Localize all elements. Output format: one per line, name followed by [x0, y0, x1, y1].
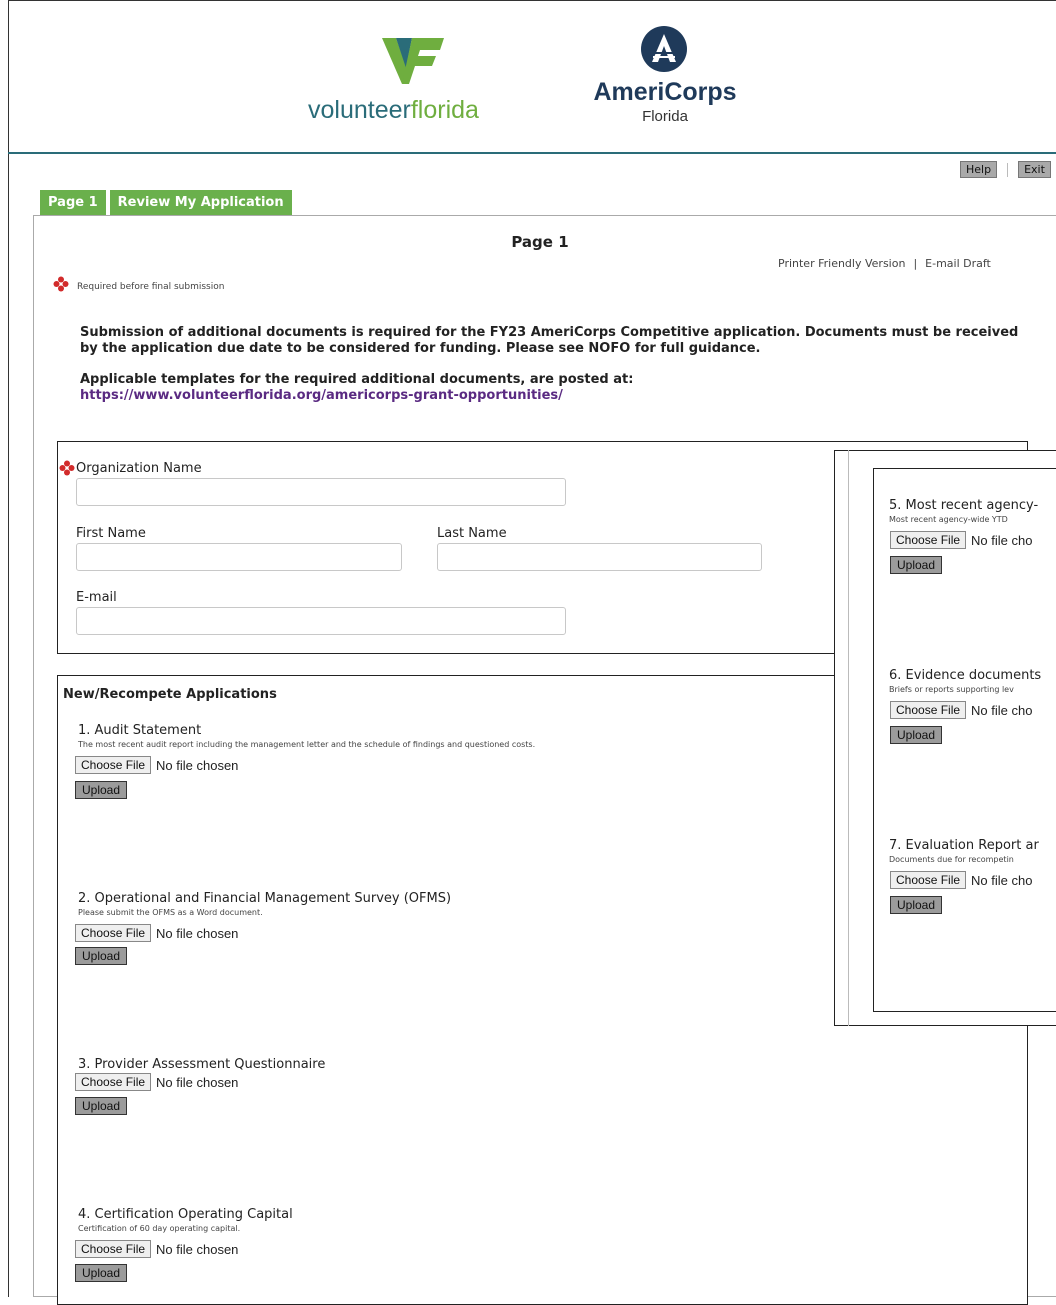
- vf-logo-text: volunteerflorida: [308, 96, 479, 124]
- file-picker: Choose File No file cho: [890, 871, 1032, 889]
- file-status: No file cho: [971, 702, 1033, 718]
- file-picker: Choose File No file cho: [890, 701, 1032, 719]
- nav-separator: [1007, 162, 1009, 177]
- header-divider: [8, 152, 1056, 154]
- upload-button[interactable]: Upload: [75, 1097, 128, 1115]
- email-label: E-mail: [76, 590, 117, 605]
- file-status: No file chosen: [156, 1074, 239, 1090]
- item-title: 1. Audit Statement: [78, 723, 202, 738]
- upload-button[interactable]: Upload: [75, 1264, 128, 1282]
- item-title: 6. Evidence documents: [889, 668, 1042, 683]
- first-name-label: First Name: [76, 526, 146, 541]
- item-title: 3. Provider Assessment Questionnaire: [78, 1057, 326, 1072]
- choose-file-button[interactable]: Choose File: [75, 1240, 152, 1258]
- org-name-label: Organization Name: [76, 461, 202, 476]
- top-nav: Help Exit: [960, 161, 1051, 178]
- file-status: No file cho: [971, 872, 1033, 888]
- choose-file-button[interactable]: Choose File: [75, 756, 152, 774]
- templates-link[interactable]: https://www.volunteerflorida.org/americo…: [80, 388, 563, 403]
- required-legend: Required before final submission: [53, 276, 224, 292]
- org-name-input[interactable]: [76, 478, 566, 506]
- link-separator: |: [913, 257, 918, 270]
- tab-bar: Page 1 Review My Application: [40, 190, 292, 215]
- tab-page-1[interactable]: Page 1: [40, 190, 106, 215]
- last-name-input[interactable]: [437, 543, 762, 571]
- intro-paragraph-1: Submission of additional documents is re…: [80, 325, 1019, 356]
- item-desc: Documents due for recompetin: [889, 855, 1014, 864]
- upload-button[interactable]: Upload: [890, 556, 943, 574]
- file-picker: Choose File No file chosen: [75, 1073, 238, 1091]
- vf-mark-icon: [382, 38, 444, 84]
- exit-button[interactable]: Exit: [1018, 161, 1051, 178]
- choose-file-button[interactable]: Choose File: [890, 871, 967, 889]
- file-status: No file cho: [971, 532, 1033, 548]
- intro-text: Submission of additional documents is re…: [80, 325, 1020, 419]
- required-note: Required before final submission: [77, 282, 225, 292]
- item-title: 4. Certification Operating Capital: [78, 1207, 293, 1222]
- item-desc: Please submit the OFMS as a Word documen…: [78, 908, 263, 917]
- upload-button[interactable]: Upload: [890, 896, 943, 914]
- header: volunteerflorida AmeriCorps Florida: [0, 0, 1056, 154]
- email-draft-link[interactable]: E-mail Draft: [925, 257, 991, 270]
- americorps-sub: Florida: [642, 108, 688, 125]
- file-status: No file chosen: [156, 757, 239, 773]
- upload-button[interactable]: Upload: [75, 947, 128, 965]
- page-title: Page 1: [511, 233, 569, 251]
- upload-button[interactable]: Upload: [890, 726, 943, 744]
- file-status: No file chosen: [156, 925, 239, 941]
- required-star-icon: [53, 276, 69, 292]
- item-title: 7. Evaluation Report ar: [889, 838, 1039, 853]
- email-input[interactable]: [76, 607, 566, 635]
- item-desc: The most recent audit report including t…: [78, 740, 536, 749]
- file-picker: Choose File No file chosen: [75, 756, 238, 774]
- section-heading: New/Recompete Applications: [63, 687, 277, 702]
- upload-button[interactable]: Upload: [75, 781, 128, 799]
- help-button[interactable]: Help: [960, 161, 998, 178]
- file-picker: Choose File No file chosen: [75, 1240, 238, 1258]
- page-links: Printer Friendly Version | E-mail Draft: [778, 257, 991, 270]
- intro-paragraph-2: Applicable templates for the required ad…: [80, 372, 634, 403]
- item-desc: Certification of 60 day operating capita…: [78, 1224, 241, 1233]
- choose-file-button[interactable]: Choose File: [890, 531, 967, 549]
- tab-review-application[interactable]: Review My Application: [109, 190, 292, 215]
- item-desc: Most recent agency-wide YTD: [889, 515, 1008, 524]
- americorps-name: AmeriCorps: [593, 78, 737, 106]
- choose-file-button[interactable]: Choose File: [75, 924, 152, 942]
- overlay-edge: [848, 450, 849, 1026]
- item-title: 2. Operational and Financial Management …: [78, 891, 452, 906]
- choose-file-button[interactable]: Choose File: [890, 701, 967, 719]
- required-star-icon: [59, 460, 75, 476]
- item-desc: Briefs or reports supporting lev: [889, 685, 1014, 694]
- choose-file-button[interactable]: Choose File: [75, 1073, 152, 1091]
- first-name-input[interactable]: [76, 543, 402, 571]
- file-status: No file chosen: [156, 1241, 239, 1257]
- printer-friendly-link[interactable]: Printer Friendly Version: [778, 257, 905, 270]
- americorps-florida-logo: AmeriCorps Florida: [585, 26, 745, 138]
- item-title: 5. Most recent agency-: [889, 498, 1039, 513]
- americorps-a-icon: [641, 26, 687, 72]
- file-picker: Choose File No file cho: [890, 531, 1032, 549]
- last-name-label: Last Name: [437, 526, 507, 541]
- file-picker: Choose File No file chosen: [75, 924, 238, 942]
